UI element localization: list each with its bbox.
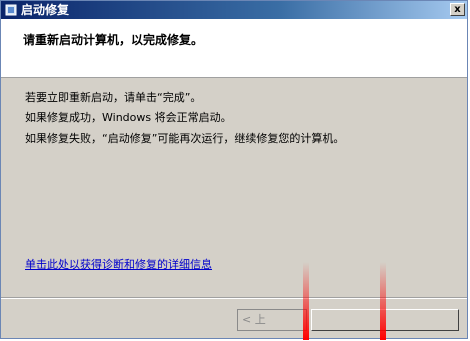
startup-repair-dialog: 启动修复 x 请重新启动计算机，以完成修复。 若要立即重新启动，请单击“完成”。… [0, 0, 468, 340]
close-icon: x [454, 4, 461, 15]
window-title: 启动修复 [21, 3, 70, 17]
instruction-line-1: 若要立即重新启动，请单击“完成”。 [25, 91, 202, 104]
header-message: 请重新启动计算机，以完成修复。 [23, 33, 204, 47]
instruction-line-3: 如果修复失败，“启动修复”可能再次运行，继续修复您的计算机。 [25, 132, 345, 145]
header-panel: 请重新启动计算机，以完成修复。 [1, 19, 467, 78]
diagnostic-details-link[interactable]: 单击此处以获得诊断和修复的详细信息 [25, 256, 212, 272]
annotation-marker-left [303, 262, 309, 340]
instruction-line-2: 如果修复成功，Windows 将会正常启动。 [25, 111, 232, 124]
shield-icon [5, 4, 17, 16]
annotation-marker-right [380, 262, 386, 340]
footer-separator [1, 297, 467, 299]
back-button[interactable]: < 上 [237, 309, 307, 331]
close-button[interactable]: x [450, 3, 465, 16]
title-bar[interactable]: 启动修复 x [1, 1, 467, 19]
